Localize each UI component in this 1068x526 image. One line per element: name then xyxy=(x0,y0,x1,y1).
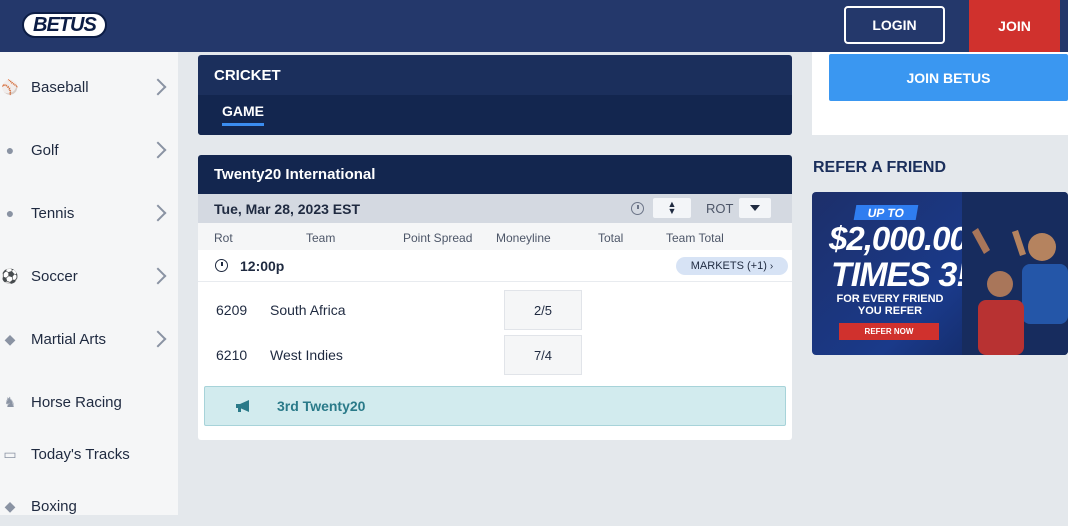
sidebar-item-baseball[interactable]: ⚾ Baseball xyxy=(0,67,178,107)
sidebar-item-label: Tennis xyxy=(31,204,75,222)
game-notice: 3rd Twenty20 xyxy=(204,386,786,426)
sport-tabs: GAME xyxy=(198,95,792,135)
sidebar-item-label: Horse Racing xyxy=(31,393,122,411)
sidebar-item-martial-arts[interactable]: ◆ Martial Arts xyxy=(0,319,178,359)
event-date: Tue, Mar 28, 2023 EST xyxy=(214,201,361,217)
tab-game[interactable]: GAME xyxy=(222,103,264,126)
column-header-total: Total xyxy=(598,231,624,245)
moneyline-odds-button[interactable]: 2/5 xyxy=(504,290,582,330)
sidebar-item-label: Martial Arts xyxy=(31,330,107,348)
chevron-right-icon xyxy=(149,267,167,285)
markets-label: MARKETS (+1) xyxy=(690,260,767,272)
join-betus-button[interactable]: JOIN BETUS xyxy=(829,54,1068,101)
game-time-row: 12:00p MARKETS (+1) › xyxy=(198,250,792,282)
sport-title: CRICKET xyxy=(214,67,281,84)
join-button[interactable]: JOIN xyxy=(969,0,1060,52)
martial-arts-icon: ◆ xyxy=(4,330,16,347)
sidebar-item-horse-racing[interactable]: ♞ Horse Racing xyxy=(0,382,178,422)
moneyline-odds-button[interactable]: 7/4 xyxy=(504,335,582,375)
top-navigation-bar: BET US LOGIN JOIN xyxy=(0,0,1068,52)
sport-header-panel: CRICKET GAME xyxy=(198,55,792,135)
banner-subtext: FOR EVERY FRIEND YOU REFER xyxy=(830,293,950,317)
team-rot-number: 6210 xyxy=(216,347,248,363)
banner-line-1: FOR EVERY FRIEND xyxy=(836,293,944,305)
sidebar-item-label: Today's Tracks xyxy=(31,445,130,463)
team-name: West Indies xyxy=(270,347,343,363)
chevron-down-icon xyxy=(750,205,760,211)
refer-now-button[interactable]: REFER NOW xyxy=(839,323,939,340)
sort-arrows-icon: ▲ ▼ xyxy=(667,199,677,216)
chevron-right-icon: › xyxy=(769,260,774,272)
clock-icon xyxy=(215,259,228,272)
game-time: 12:00p xyxy=(240,258,285,274)
chevron-right-icon xyxy=(149,78,167,96)
sidebar-item-tennis[interactable]: ● Tennis xyxy=(0,193,178,233)
sort-by-label: ROT xyxy=(706,201,734,216)
banner-line-2: YOU REFER xyxy=(857,305,923,317)
column-header-rot: Rot xyxy=(214,231,233,245)
column-header-team: Team xyxy=(306,231,336,245)
date-row: Tue, Mar 28, 2023 EST ▲ ▼ ROT xyxy=(198,194,792,223)
sidebar-item-soccer[interactable]: ⚽ Soccer xyxy=(0,256,178,296)
sidebar-item-todays-tracks[interactable]: ▭ Today's Tracks xyxy=(0,434,178,474)
column-header-moneyline: Moneyline xyxy=(496,231,551,245)
betus-logo[interactable]: BET US xyxy=(22,12,107,38)
calendar-icon: ▭ xyxy=(3,445,17,462)
golf-icon: ● xyxy=(5,142,15,158)
sort-toggle-button[interactable]: ▲ ▼ xyxy=(653,198,691,218)
megaphone-icon xyxy=(236,400,249,412)
sports-sidebar: ⚾ Baseball ● Golf ● Tennis ⚽ Soccer ◆ Ma… xyxy=(0,52,178,515)
chevron-right-icon xyxy=(149,204,167,222)
column-header-point-spread: Point Spread xyxy=(403,231,473,245)
logo-text-bet: BET xyxy=(33,13,71,36)
sidebar-item-label: Golf xyxy=(31,141,59,159)
cheering-fans-image xyxy=(962,192,1068,355)
login-button[interactable]: LOGIN xyxy=(844,6,945,44)
sidebar-item-label: Boxing xyxy=(31,497,77,515)
team-row: 6210 West Indies 7/4 xyxy=(198,334,792,376)
boxing-icon: ◆ xyxy=(4,497,16,514)
column-header-team-total: Team Total xyxy=(666,231,724,245)
chevron-right-icon xyxy=(149,330,167,348)
league-panel: Twenty20 International Tue, Mar 28, 2023… xyxy=(198,155,792,440)
notice-text: 3rd Twenty20 xyxy=(277,398,366,414)
league-title: Twenty20 International xyxy=(214,166,376,183)
sidebar-item-boxing[interactable]: ◆ Boxing xyxy=(0,486,178,526)
markets-button[interactable]: MARKETS (+1) › xyxy=(676,257,788,275)
sidebar-item-label: Baseball xyxy=(31,78,89,96)
banner-upto: UP TO xyxy=(853,205,919,220)
sidebar-item-golf[interactable]: ● Golf xyxy=(0,130,178,170)
league-header: Twenty20 International xyxy=(198,155,792,194)
refer-a-friend-title: REFER A FRIEND xyxy=(813,159,947,176)
column-headers: Rot Team Point Spread Moneyline Total Te… xyxy=(198,223,792,250)
team-rot-number: 6209 xyxy=(216,302,248,318)
chevron-right-icon xyxy=(149,141,167,159)
banner-amount: $2,000.00 xyxy=(829,220,968,257)
sidebar-item-label: Soccer xyxy=(31,267,78,285)
logo-text-us: US xyxy=(70,13,97,36)
refer-friend-banner[interactable]: UP TO $2,000.00 TIMES 3!!! FOR EVERY FRI… xyxy=(812,192,1068,355)
team-name: South Africa xyxy=(270,302,346,318)
tennis-icon: ● xyxy=(5,205,15,221)
team-row: 6209 South Africa 2/5 xyxy=(198,289,792,331)
soccer-icon: ⚽ xyxy=(1,267,19,284)
clock-icon[interactable] xyxy=(631,202,644,215)
sort-dropdown[interactable] xyxy=(739,198,771,218)
baseball-icon: ⚾ xyxy=(1,78,19,95)
horse-icon: ♞ xyxy=(3,393,17,410)
